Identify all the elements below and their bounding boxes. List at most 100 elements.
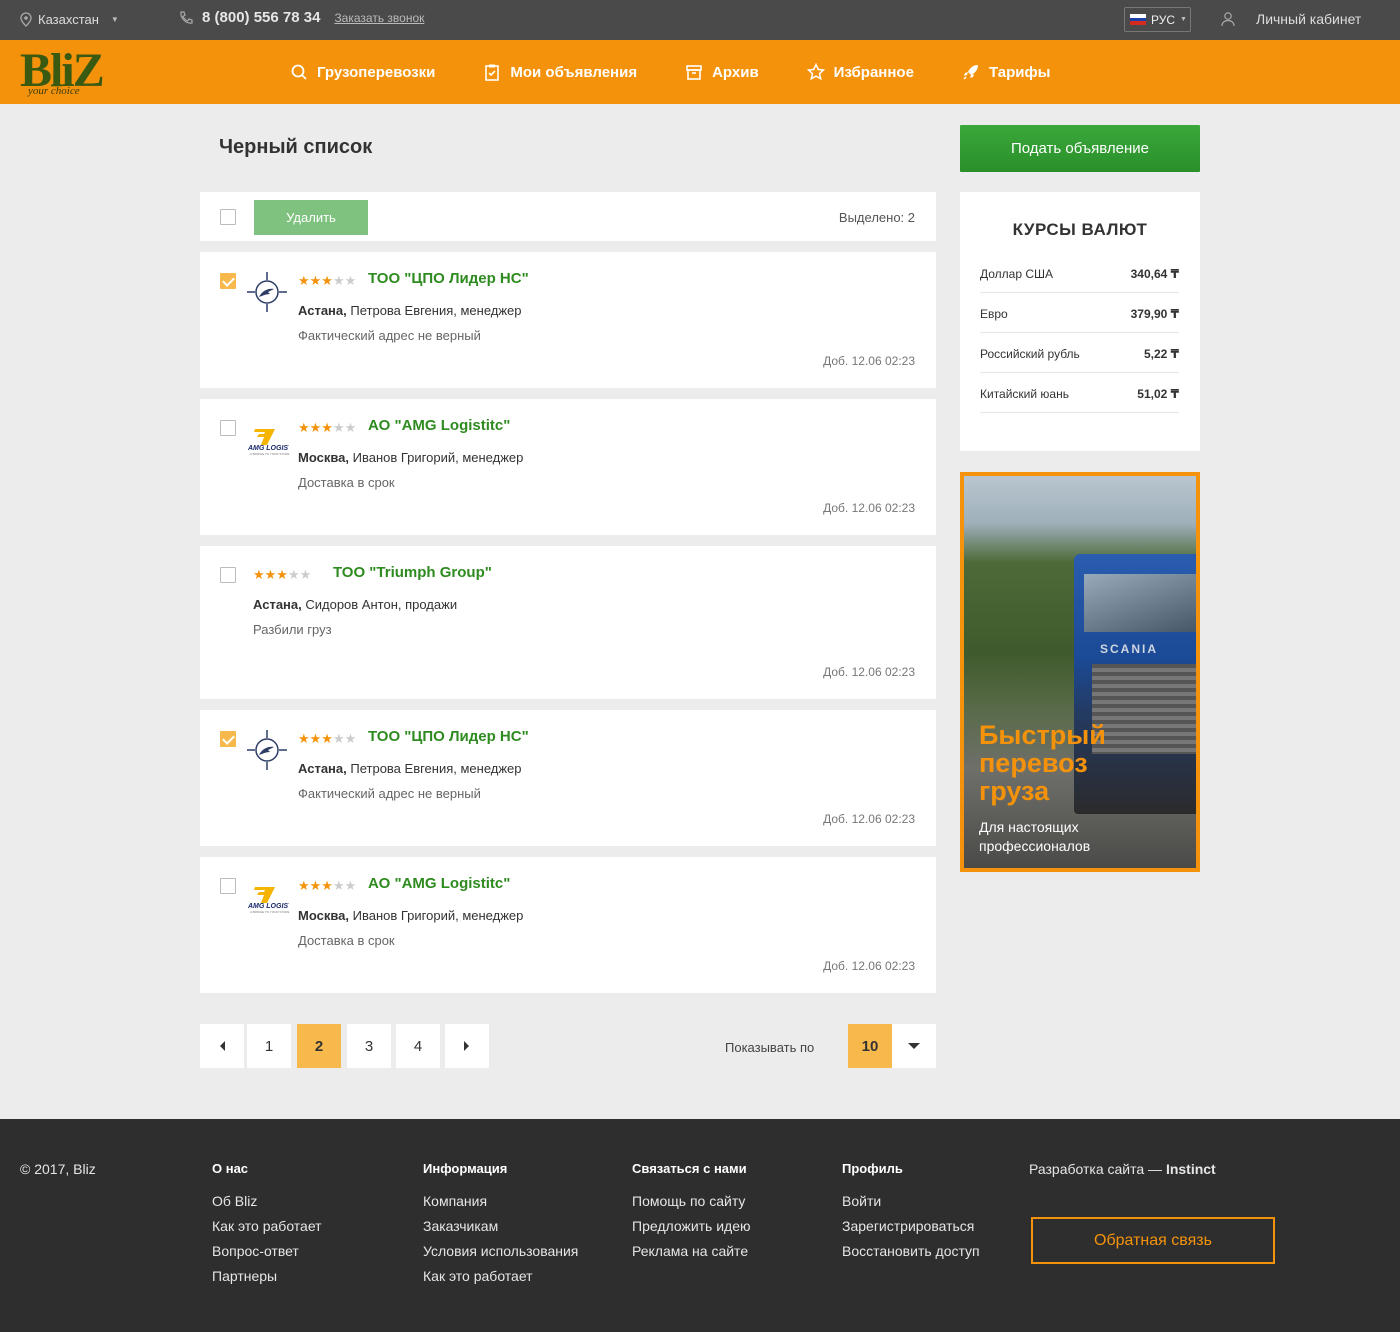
language-label: РУС — [1151, 12, 1176, 27]
truck-ad-banner[interactable]: SCANIA Быстрый перевоз груза Для настоящ… — [960, 472, 1200, 872]
arrow-left-icon — [220, 1041, 225, 1051]
footer: © 2017, Bliz О нас Об Bliz Как это работ… — [0, 1119, 1400, 1332]
page-button-current[interactable]: 2 — [297, 1024, 341, 1068]
footer-column-title: Информация — [423, 1161, 508, 1176]
company-name[interactable]: ТОО "Triumph Group" — [333, 564, 492, 581]
nav-item-cargo[interactable]: Грузоперевозки — [290, 63, 435, 81]
footer-link[interactable]: Реклама на сайте — [632, 1239, 751, 1264]
banner-headline: Быстрый перевоз груза — [979, 720, 1106, 806]
nav-item-label: Грузоперевозки — [317, 63, 436, 81]
blacklist-card: ★★★★★ ТОО "ЦПО Лидер НС" Астана, Петрова… — [200, 252, 936, 388]
developer-name[interactable]: Instinct — [1166, 1161, 1216, 1177]
person-name: Петрова Евгения, менеджер — [346, 761, 522, 776]
footer-link[interactable]: Компания — [423, 1189, 578, 1214]
footer-link[interactable]: Зарегистрироваться — [842, 1214, 980, 1239]
nav-item-archive[interactable]: Архив — [685, 63, 759, 81]
footer-link[interactable]: Как это работает — [423, 1264, 578, 1289]
footer-link[interactable]: Партнеры — [212, 1264, 322, 1289]
currency-name: Евро — [980, 307, 1008, 321]
nav-item-label: Мои объявления — [510, 63, 638, 81]
nav-item-label: Тарифы — [988, 63, 1051, 81]
location-label: Казахстан — [38, 12, 99, 27]
card-checkbox[interactable] — [220, 420, 236, 436]
page-button[interactable]: 3 — [347, 1024, 391, 1068]
currency-name: Российский рубль — [980, 347, 1080, 361]
company-name[interactable]: АО "AMG Logistitc" — [368, 875, 510, 892]
currency-value: 379,90 ₸ — [1130, 307, 1179, 321]
phone-icon — [180, 10, 193, 24]
city: Астана, — [298, 761, 347, 776]
rocket-icon — [963, 65, 978, 80]
rate-row: Доллар США 340,64 ₸ — [980, 253, 1179, 293]
contact-person: Астана, Сидоров Антон, продажи — [253, 597, 457, 612]
footer-link[interactable]: Войти — [842, 1189, 980, 1214]
account-label: Личный кабинет — [1256, 11, 1362, 27]
chevron-down-icon: ▼ — [110, 15, 119, 24]
callback-link[interactable]: Заказать звонок — [334, 11, 424, 25]
logo-tagline: your choice — [28, 85, 80, 97]
phone-number[interactable]: 8 (800) 556 78 34 — [202, 9, 320, 26]
card-checkbox[interactable] — [220, 273, 236, 289]
nav-item-tariffs[interactable]: Тарифы — [962, 63, 1050, 81]
footer-link[interactable]: Помощь по сайту — [632, 1189, 751, 1214]
footer-link[interactable]: Заказчикам — [423, 1214, 578, 1239]
rating-stars: ★★★★★ — [298, 420, 357, 435]
blacklist-reason: Доставка в срок — [298, 933, 395, 948]
per-page-dropdown[interactable] — [892, 1024, 936, 1068]
footer-link[interactable]: Об Bliz — [212, 1189, 322, 1214]
rate-row: Российский рубль 5,22 ₸ — [980, 333, 1179, 373]
compass-logo — [245, 270, 289, 314]
city: Москва, — [298, 908, 349, 923]
company-name[interactable]: ТОО "ЦПО Лидер НС" — [368, 728, 529, 745]
added-date: Доб. 12.06 02:23 — [823, 501, 915, 515]
added-date: Доб. 12.06 02:23 — [823, 812, 915, 826]
chevron-down-icon: ▼ — [1180, 16, 1187, 23]
top-bar: Казахстан ▼ 8 (800) 556 78 34 Заказать з… — [0, 0, 1400, 40]
prev-page-button[interactable] — [200, 1024, 244, 1068]
per-page-value[interactable]: 10 — [848, 1024, 892, 1068]
search-icon — [291, 64, 307, 80]
blacklist-reason: Фактический адрес не верный — [298, 328, 481, 343]
logo[interactable]: BliZ your choice — [20, 44, 124, 101]
city: Москва, — [298, 450, 349, 465]
currency-name: Доллар США — [980, 267, 1054, 281]
added-date: Доб. 12.06 02:23 — [823, 959, 915, 973]
amg-logistic-logo: AMG LOGISTICA BRIDGE TO YOUR STORE — [245, 417, 300, 461]
clipboard-icon — [485, 64, 500, 81]
blacklist-card: AMG LOGISTICA BRIDGE TO YOUR STORE ★★★★★… — [200, 399, 936, 535]
post-ad-button[interactable]: Подать объявление — [960, 125, 1200, 172]
person-name: Сидоров Антон, продажи — [301, 597, 458, 612]
footer-link[interactable]: Предложить идею — [632, 1214, 751, 1239]
card-checkbox[interactable] — [220, 567, 236, 583]
footer-column-about: О нас Об Bliz Как это работает Вопрос-от… — [212, 1161, 322, 1289]
footer-link[interactable]: Как это работает — [212, 1214, 322, 1239]
card-checkbox[interactable] — [220, 731, 236, 747]
blacklist-reason: Доставка в срок — [298, 475, 395, 490]
feedback-button[interactable]: Обратная связь — [1031, 1217, 1275, 1264]
banner-subtitle: Для настоящих профессионалов — [979, 819, 1091, 854]
page-button[interactable]: 1 — [247, 1024, 291, 1068]
select-all-checkbox[interactable] — [220, 209, 236, 225]
account-link[interactable]: Личный кабинет — [1220, 11, 1361, 27]
nav-item-my-ads[interactable]: Мои объявления — [483, 63, 637, 81]
footer-column-profile: Профиль Войти Зарегистрироваться Восстан… — [842, 1161, 980, 1264]
blacklist-card: ★★★★★ ТОО "ЦПО Лидер НС" Астана, Петрова… — [200, 710, 936, 846]
company-name[interactable]: ТОО "ЦПО Лидер НС" — [368, 270, 529, 287]
footer-link[interactable]: Восстановить доступ — [842, 1239, 980, 1264]
language-selector[interactable]: РУС ▼ — [1124, 7, 1191, 32]
location-selector[interactable]: Казахстан ▼ — [20, 12, 119, 27]
footer-link[interactable]: Условия использования — [423, 1239, 578, 1264]
company-name[interactable]: АО "AMG Logistitc" — [368, 417, 510, 434]
next-page-button[interactable] — [445, 1024, 489, 1068]
location-pin-icon — [20, 12, 32, 27]
card-checkbox[interactable] — [220, 878, 236, 894]
nav-item-label: Архив — [712, 63, 759, 81]
list-toolbar: Удалить Выделено: 2 — [200, 192, 936, 241]
delete-button[interactable]: Удалить — [254, 200, 368, 235]
nav-item-favorites[interactable]: Избранное — [806, 63, 914, 81]
rating-stars: ★★★★★ — [298, 731, 357, 746]
added-date: Доб. 12.06 02:23 — [823, 665, 915, 679]
page-button[interactable]: 4 — [396, 1024, 440, 1068]
per-page-label: Показывать по — [725, 1040, 815, 1055]
footer-link[interactable]: Вопрос-ответ — [212, 1239, 322, 1264]
